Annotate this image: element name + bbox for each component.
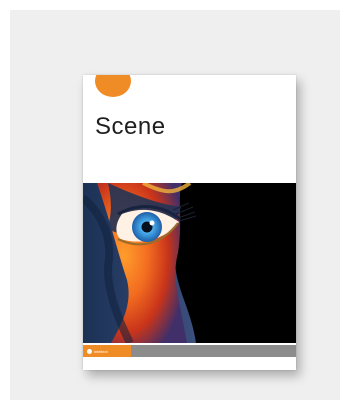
cover-artwork: [83, 181, 296, 345]
product-image-panel: Scene intellect: [10, 10, 340, 400]
issue-badge: [95, 75, 131, 97]
publisher-name: intellect: [94, 348, 108, 354]
publisher-label: intellect: [83, 345, 131, 357]
painted-face-eye-image: [83, 181, 296, 345]
journal-title: Scene: [95, 113, 166, 140]
publisher-logo-icon: [87, 348, 92, 354]
cover-footer: intellect: [83, 345, 296, 357]
journal-cover[interactable]: Scene intellect: [83, 75, 296, 370]
